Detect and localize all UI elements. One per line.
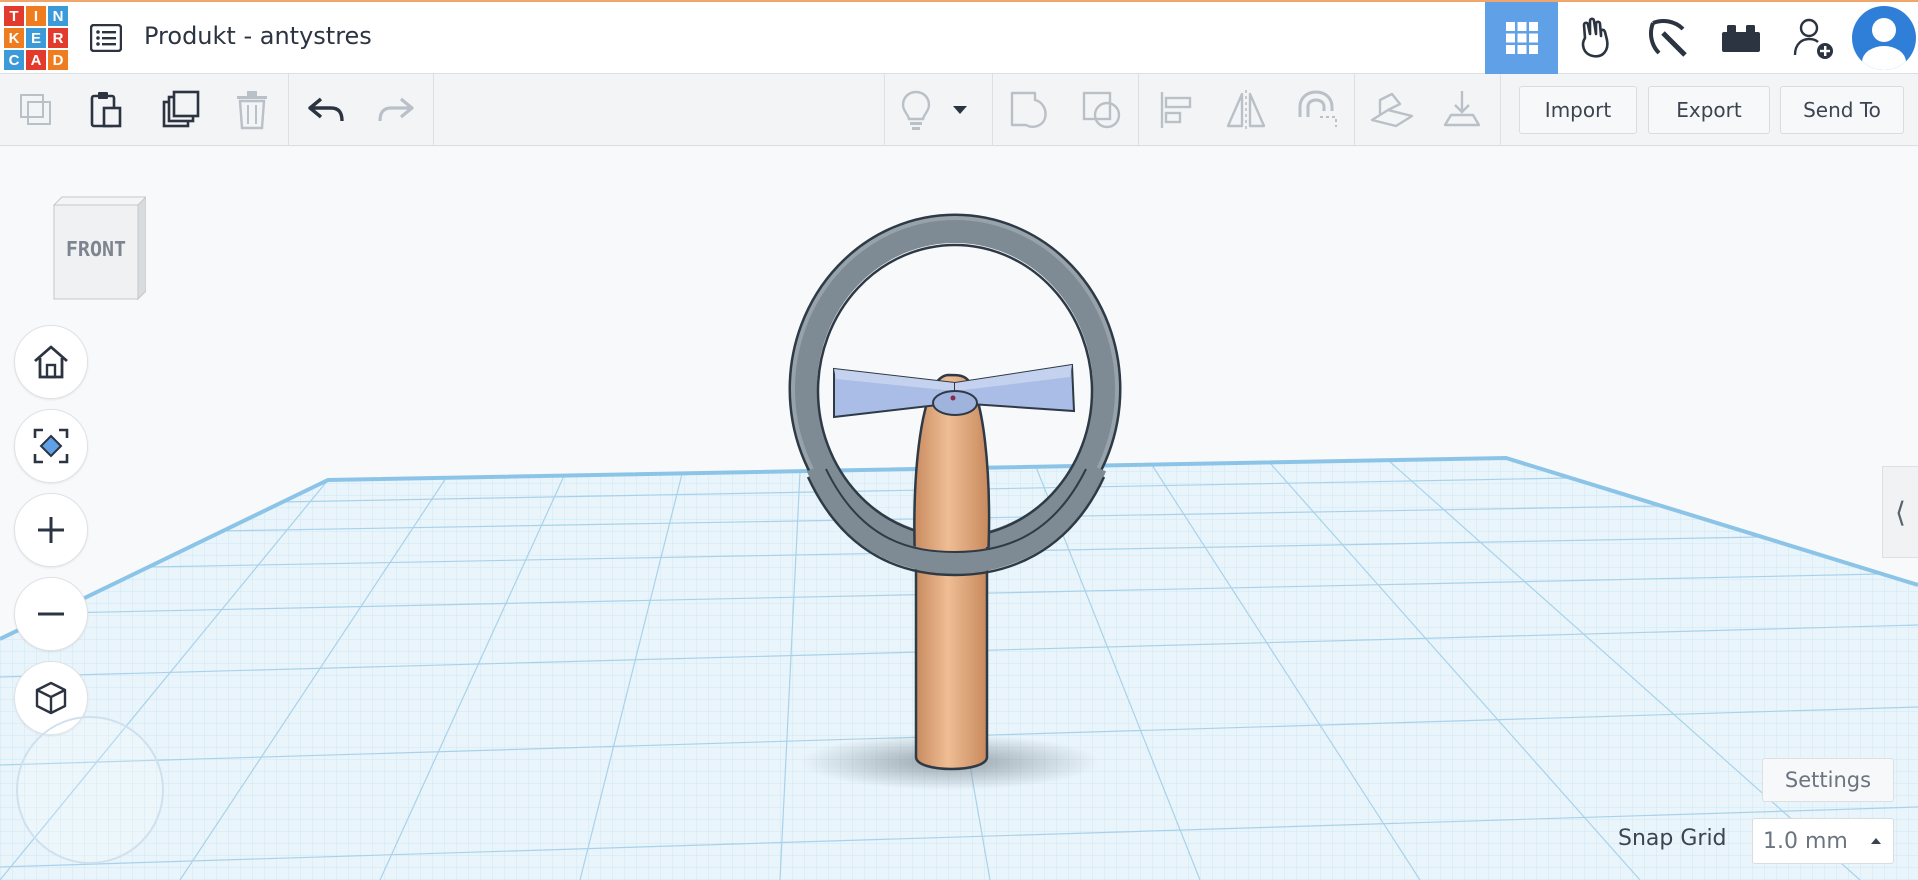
delete-button[interactable] — [228, 86, 276, 134]
export-button[interactable]: Export — [1648, 86, 1770, 134]
toolbar-divider — [992, 74, 993, 146]
paste-icon — [90, 92, 122, 128]
avatar — [1852, 6, 1916, 70]
logo-letter: A — [26, 50, 46, 70]
notes-dropdown-button[interactable] — [946, 86, 974, 134]
circuits-button[interactable] — [1558, 2, 1631, 74]
hand-icon — [1581, 17, 1609, 58]
ungroup-icon — [1082, 91, 1121, 129]
group-button[interactable] — [1006, 86, 1054, 134]
logo-letter: D — [48, 50, 68, 70]
notes-button[interactable] — [892, 86, 940, 134]
settings-button[interactable]: Settings — [1762, 758, 1894, 802]
plus-icon — [38, 517, 64, 543]
3d-viewport[interactable]: FRONT ⟨ Settings Snap Grid 1.0 mm — [0, 147, 1918, 880]
duplicate-icon — [162, 90, 200, 128]
pickaxe-icon — [1648, 19, 1687, 57]
snap-grid-label: Snap Grid — [1618, 826, 1727, 851]
group-icon — [1010, 91, 1047, 128]
cruise-button[interactable] — [1292, 86, 1340, 134]
toolbar-divider — [1354, 74, 1355, 146]
import-button[interactable]: Import — [1519, 86, 1637, 134]
logo-letter: K — [4, 28, 24, 48]
workplane-scene[interactable] — [0, 147, 1918, 880]
logo-letter: N — [48, 6, 68, 26]
redo-button[interactable] — [372, 86, 420, 134]
align-icon — [1160, 92, 1192, 128]
snap-grid-value: 1.0 mm — [1763, 828, 1848, 854]
caret-down-icon — [953, 106, 967, 114]
view-cube[interactable]: FRONT — [50, 195, 148, 303]
cube-icon — [35, 681, 67, 715]
top-nav — [1485, 2, 1918, 74]
3d-design-button[interactable] — [1485, 2, 1558, 74]
trash-icon — [237, 91, 267, 130]
caret-up-icon — [1871, 838, 1881, 844]
orbit-control[interactable] — [16, 716, 164, 864]
duplicate-button[interactable] — [156, 86, 204, 134]
shapes-panel-toggle[interactable]: ⟨ — [1882, 466, 1918, 558]
copy-button[interactable] — [12, 86, 60, 134]
fit-view-button[interactable] — [14, 409, 88, 483]
propeller-blades[interactable] — [833, 363, 1076, 419]
toolbar-divider — [1500, 74, 1501, 146]
magnet-icon — [1298, 90, 1337, 127]
copy-icon — [20, 94, 51, 125]
logo-letter: R — [48, 28, 68, 48]
paste-button[interactable] — [82, 86, 130, 134]
undo-icon — [308, 97, 344, 122]
mirror-icon — [1226, 90, 1266, 130]
view-cube-face-label: FRONT — [65, 237, 127, 261]
toolbar-divider — [1138, 74, 1139, 146]
home-view-button[interactable] — [14, 325, 88, 399]
align-button[interactable] — [1152, 86, 1200, 134]
edit-toolbar: Import Export Send To — [0, 74, 1918, 146]
workplane-button[interactable] — [1368, 86, 1416, 134]
fit-selection-icon — [33, 428, 69, 464]
handle-cylinder[interactable] — [914, 545, 989, 771]
toolbar-divider — [433, 74, 434, 146]
logo-letter: C — [4, 50, 24, 70]
user-icon — [1862, 18, 1906, 70]
zoom-in-button[interactable] — [14, 493, 88, 567]
snap-grid-select[interactable]: 1.0 mm — [1752, 818, 1894, 864]
codeblocks-button[interactable] — [1631, 2, 1704, 74]
undo-button[interactable] — [302, 86, 350, 134]
lightbulb-icon — [901, 90, 931, 130]
logo-letter: T — [4, 6, 24, 26]
top-bar: TIN KER CAD Produkt - antystres — [0, 0, 1918, 74]
bricks-button[interactable] — [1704, 2, 1777, 74]
tinkercad-logo[interactable]: TIN KER CAD — [4, 6, 68, 70]
workplane-icon — [1370, 92, 1414, 128]
list-icon — [90, 24, 122, 52]
toolbar-divider — [884, 74, 885, 146]
home-icon — [34, 345, 68, 379]
design-list-button[interactable] — [88, 20, 124, 56]
user-avatar-button[interactable] — [1850, 2, 1918, 74]
ungroup-button[interactable] — [1078, 86, 1126, 134]
brick-icon — [1721, 25, 1760, 52]
chevron-left-icon: ⟨ — [1895, 495, 1906, 529]
ruler-button[interactable] — [1438, 86, 1486, 134]
toolbar-divider — [288, 74, 289, 146]
invite-user-button[interactable] — [1777, 2, 1850, 74]
logo-letter: E — [26, 28, 46, 48]
send-to-button[interactable]: Send To — [1780, 86, 1904, 134]
zoom-out-button[interactable] — [14, 577, 88, 651]
add-user-icon — [1793, 18, 1833, 59]
minus-icon — [38, 612, 64, 616]
grid-icon — [1505, 22, 1538, 54]
drop-to-workplane-icon — [1443, 91, 1481, 127]
document-title[interactable]: Produkt - antystres — [144, 22, 372, 50]
logo-letter: I — [26, 6, 46, 26]
redo-icon — [378, 97, 414, 122]
mirror-button[interactable] — [1222, 86, 1270, 134]
